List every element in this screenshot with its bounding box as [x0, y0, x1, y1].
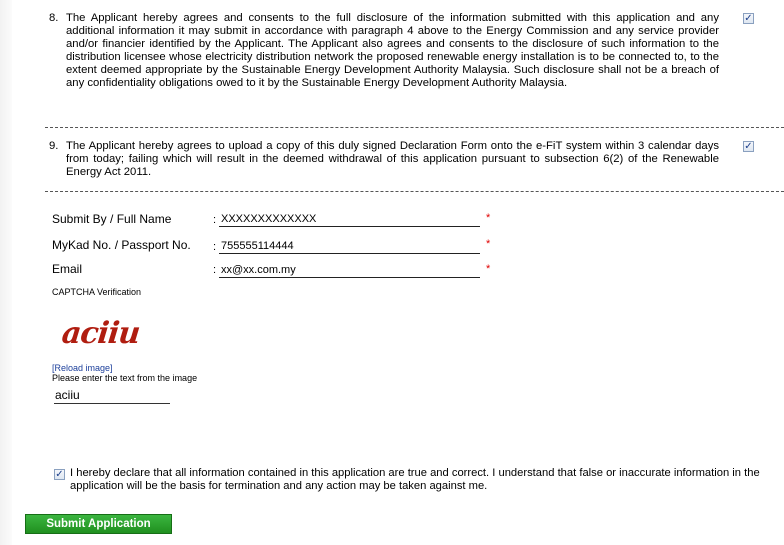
clause-number: 8. — [49, 12, 59, 24]
dashed-divider — [45, 191, 784, 192]
required-mark: * — [486, 238, 491, 250]
email-input[interactable] — [219, 263, 480, 278]
declaration-checkbox[interactable]: ✓ — [54, 469, 65, 480]
clause-text: The Applicant hereby agrees to upload a … — [66, 140, 719, 179]
email-label: Email — [52, 262, 83, 276]
clause-9: 9. The Applicant hereby agrees to upload… — [49, 140, 719, 179]
field-separator: : — [213, 264, 217, 276]
full-name-input[interactable] — [219, 212, 480, 227]
captcha-instruction: Please enter the text from the image — [52, 373, 198, 383]
clause-number: 9. — [49, 140, 59, 152]
required-mark: * — [486, 263, 491, 275]
left-shadow-bar — [0, 0, 12, 545]
clause-text: The Applicant hereby agrees and consents… — [66, 12, 719, 90]
required-mark: * — [486, 212, 491, 224]
captcha-label: CAPTCHA Verification — [52, 287, 142, 297]
clause-8-checkbox[interactable]: ✓ — [743, 13, 754, 24]
reload-image-link[interactable]: [Reload image] — [52, 363, 113, 373]
declaration-text: I hereby declare that all information co… — [70, 467, 760, 492]
field-separator: : — [213, 241, 217, 253]
full-name-label: Submit By / Full Name — [52, 212, 172, 226]
id-number-label: MyKad No. / Passport No. — [52, 238, 191, 252]
captcha-image: aciiu — [60, 316, 142, 351]
field-separator: : — [213, 214, 217, 226]
dashed-divider — [45, 127, 784, 128]
clause-9-checkbox[interactable]: ✓ — [743, 141, 754, 152]
captcha-input[interactable] — [54, 386, 170, 404]
id-number-input[interactable] — [219, 239, 480, 254]
submit-application-button[interactable]: Submit Application — [25, 514, 172, 534]
clause-8: 8. The Applicant hereby agrees and conse… — [49, 12, 719, 91]
